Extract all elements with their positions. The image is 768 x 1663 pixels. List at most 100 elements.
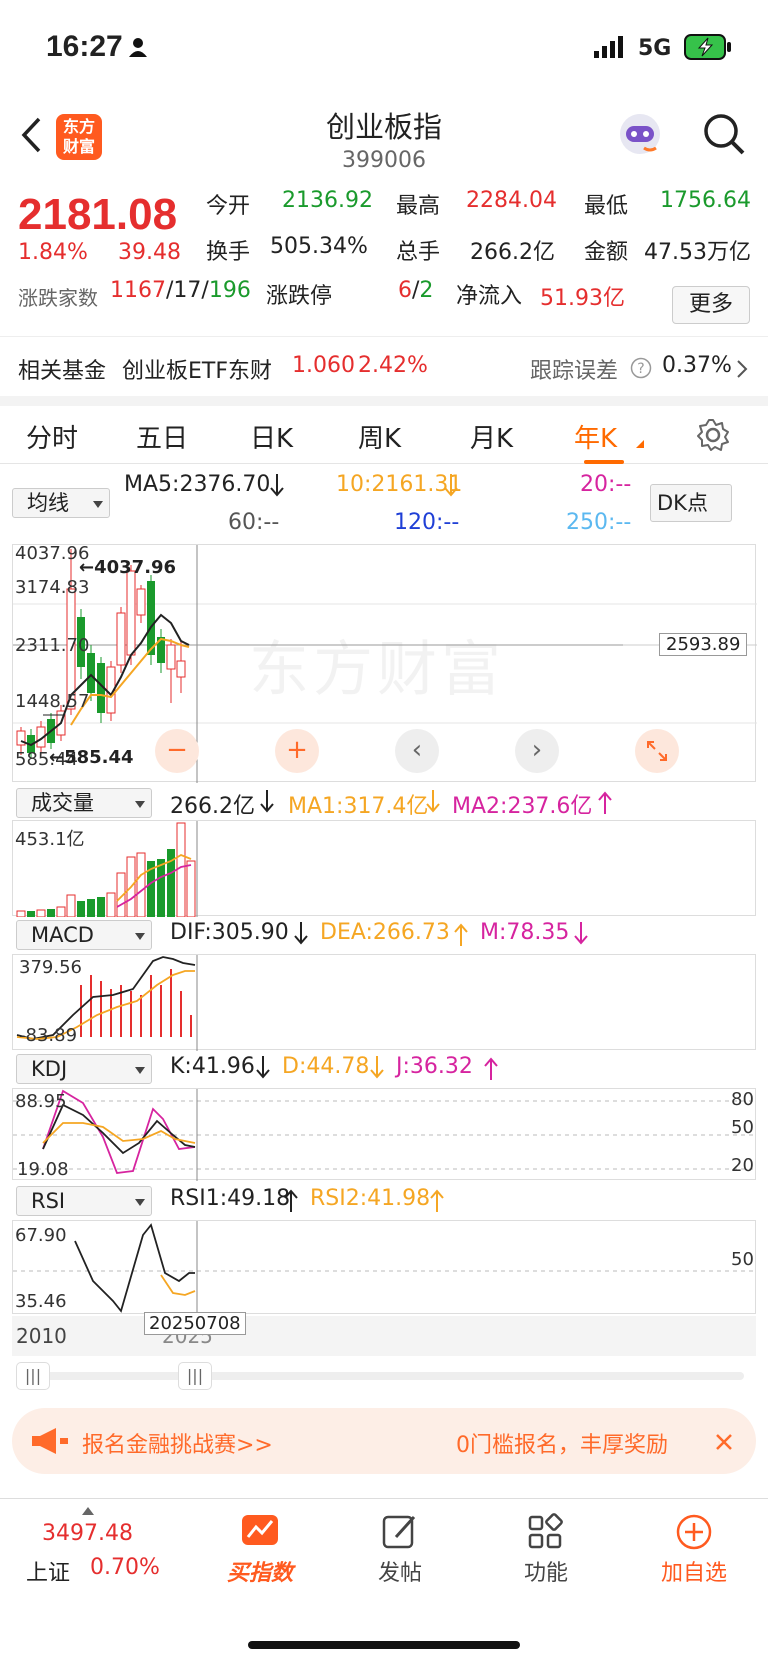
tracking-error-label: 跟踪误差 bbox=[530, 359, 619, 384]
low-value: 1756.64 bbox=[660, 188, 751, 213]
macd-chart bbox=[16, 955, 198, 1051]
open-value: 2136.92 bbox=[282, 188, 373, 213]
more-button[interactable]: 更多 bbox=[672, 286, 750, 324]
limit-label: 涨跌停 bbox=[266, 284, 333, 309]
period-tabs: 分时 五日 日K 周K 月K 年K bbox=[0, 396, 768, 464]
expand-icon bbox=[647, 741, 667, 761]
rsi1-line bbox=[74, 1223, 195, 1313]
function-button[interactable]: 功能 bbox=[486, 1513, 606, 1587]
zoom-in-button[interactable]: + bbox=[275, 729, 319, 773]
indicator-select[interactable]: 均线 bbox=[12, 488, 110, 518]
rsi-panel[interactable]: 67.90 35.46 50 bbox=[12, 1220, 757, 1315]
svg-text:?: ? bbox=[637, 361, 644, 377]
fullscreen-button[interactable] bbox=[635, 729, 679, 773]
turnover-value: 505.34% bbox=[270, 234, 368, 259]
zoom-out-button[interactable]: − bbox=[155, 729, 199, 773]
tab-five-day[interactable]: 五日 bbox=[136, 418, 188, 455]
kdj-y-top: 88.95 bbox=[15, 1091, 67, 1112]
y-label: 3174.83 bbox=[15, 577, 90, 598]
close-icon[interactable] bbox=[714, 1432, 734, 1452]
sh-index-value[interactable]: 3497.48 bbox=[42, 1521, 133, 1546]
chevron-right-icon bbox=[737, 360, 748, 378]
ma60-value: 60:-- bbox=[228, 510, 280, 535]
y-label: 1448.57 bbox=[15, 691, 90, 712]
dk-point-button[interactable]: DK点 bbox=[650, 484, 732, 522]
gear-icon[interactable] bbox=[696, 418, 730, 452]
rsi-select[interactable]: RSI bbox=[16, 1186, 152, 1216]
arrow-down-icon bbox=[270, 474, 284, 497]
ma5-value: MA5:2376.70 bbox=[124, 472, 271, 497]
d-line bbox=[42, 1122, 196, 1144]
kdj-ref-50: 50 bbox=[731, 1117, 754, 1138]
volume-label: 总手 bbox=[396, 240, 441, 265]
scroll-right-button[interactable]: › bbox=[515, 729, 559, 773]
status-bar: 16:27 5G bbox=[0, 0, 768, 98]
person-icon bbox=[129, 38, 147, 57]
k-line bbox=[42, 1103, 196, 1155]
quote-panel: 2181.08 1.84% 39.48 今开 2136.92 最高 2284.0… bbox=[0, 180, 768, 330]
low-label: 最低 bbox=[584, 194, 629, 219]
tab-monthly-k[interactable]: 月K bbox=[470, 418, 513, 455]
arrow-down-icon bbox=[260, 790, 274, 813]
arrow-down-icon bbox=[256, 1056, 270, 1079]
arrow-down-icon bbox=[426, 790, 440, 813]
tab-daily-k[interactable]: 日K bbox=[250, 418, 293, 455]
high-value: 2284.04 bbox=[466, 188, 557, 213]
tracking-error-value: 0.37% bbox=[662, 353, 732, 378]
assistant-robot-icon[interactable] bbox=[616, 112, 664, 158]
time-axis: 2010 2025 20250708 bbox=[12, 1312, 756, 1356]
rsi-chart bbox=[13, 1221, 757, 1315]
banner-text-left: 报名金融挑战赛>> bbox=[82, 1433, 273, 1458]
high-label: 最高 bbox=[396, 194, 441, 219]
volume-ma1: MA1:317.4亿 bbox=[288, 794, 429, 819]
plus-circle-icon bbox=[676, 1514, 712, 1550]
post-button[interactable]: 发帖 bbox=[340, 1513, 460, 1587]
arrow-up-icon bbox=[430, 1189, 444, 1212]
fund-pct: 2.42% bbox=[358, 353, 428, 378]
rsi-y-top: 67.90 bbox=[15, 1225, 67, 1246]
home-indicator bbox=[248, 1641, 520, 1649]
macd-panel[interactable]: 379.56 -83.89 bbox=[12, 954, 756, 1051]
volume-panel[interactable]: 453.1亿 bbox=[12, 820, 756, 917]
rsi2-line bbox=[160, 1274, 196, 1296]
tab-intraday[interactable]: 分时 bbox=[26, 418, 78, 455]
range-track[interactable] bbox=[24, 1372, 744, 1380]
help-icon[interactable]: ? bbox=[630, 357, 652, 379]
kdj-panel[interactable]: 88.95 19.08 80 50 20 bbox=[12, 1088, 757, 1181]
search-icon[interactable] bbox=[702, 112, 746, 156]
kdj-select[interactable]: KDJ bbox=[16, 1054, 152, 1084]
megaphone-icon bbox=[32, 1428, 68, 1454]
kline-panel[interactable]: 东方财富 4037.96 3174.83 2311.70 1448.57 585… bbox=[12, 543, 757, 783]
macd-dea: DEA:266.73 bbox=[320, 920, 450, 945]
arrow-down-icon bbox=[574, 922, 588, 945]
rsi-y-bot: 35.46 bbox=[15, 1291, 67, 1312]
fund-label: 相关基金 bbox=[18, 359, 107, 384]
promo-banner[interactable]: 报名金融挑战赛>> 0门槛报名，丰厚奖励 bbox=[12, 1408, 756, 1474]
signal-icon bbox=[594, 36, 623, 58]
sh-index-pct[interactable]: 0.70% bbox=[90, 1555, 160, 1580]
macd-select[interactable]: MACD bbox=[16, 920, 152, 950]
edit-icon bbox=[382, 1515, 416, 1549]
tab-weekly-k[interactable]: 周K bbox=[358, 418, 401, 455]
kdj-j: J:36.32 bbox=[396, 1054, 473, 1079]
range-handle-left[interactable]: ||| bbox=[16, 1362, 50, 1390]
arrow-up-icon bbox=[284, 1189, 298, 1212]
kdj-d: D:44.78 bbox=[282, 1054, 370, 1079]
range-handle-right[interactable]: ||| bbox=[178, 1362, 212, 1390]
volume-value: 266.2亿 bbox=[470, 240, 555, 265]
turnover-label: 换手 bbox=[206, 240, 251, 265]
buy-index-button[interactable]: 买指数 bbox=[200, 1513, 320, 1587]
arrow-up-icon bbox=[484, 1057, 498, 1080]
related-fund-row[interactable]: 相关基金 创业板ETF东财 1.060 2.42% 跟踪误差 ? 0.37% bbox=[0, 336, 768, 396]
tab-yearly-k[interactable]: 年K bbox=[574, 418, 617, 455]
open-label: 今开 bbox=[206, 194, 251, 219]
volume-select[interactable]: 成交量 bbox=[16, 788, 152, 818]
scroll-left-button[interactable]: ‹ bbox=[395, 729, 439, 773]
add-watchlist-button[interactable]: 加自选 bbox=[634, 1513, 754, 1587]
nav-bar: 东方 财富 创业板指 399006 bbox=[0, 98, 768, 180]
macd-dif: DIF:305.90 bbox=[170, 920, 289, 945]
ma20-value: 20:-- bbox=[580, 472, 632, 497]
sh-index-name[interactable]: 上证 bbox=[26, 1555, 70, 1587]
amount-label: 金额 bbox=[584, 240, 629, 265]
volume-y-label: 453.1亿 bbox=[15, 829, 85, 850]
